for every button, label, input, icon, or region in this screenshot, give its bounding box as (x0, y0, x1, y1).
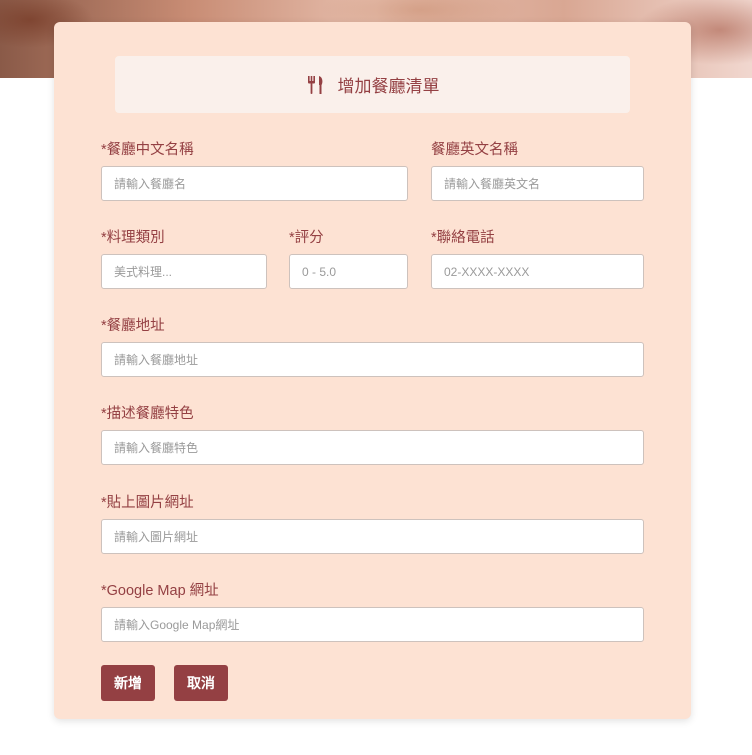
description-input[interactable] (101, 430, 644, 465)
category-input[interactable] (101, 254, 267, 289)
phone-input[interactable] (431, 254, 644, 289)
rating-label: *評分 (289, 230, 324, 246)
utensils-icon (306, 75, 326, 95)
address-label: *餐廳地址 (101, 318, 165, 334)
restaurant-name-en-input[interactable] (431, 166, 644, 201)
submit-button[interactable]: 新增 (101, 665, 155, 701)
map-url-input[interactable] (101, 607, 644, 642)
restaurant-name-zh-input[interactable] (101, 166, 408, 201)
map-url-label: *Google Map 網址 (101, 583, 219, 599)
address-input[interactable] (101, 342, 644, 377)
image-url-input[interactable] (101, 519, 644, 554)
restaurant-name-zh-label: *餐廳中文名稱 (101, 142, 194, 158)
restaurant-name-en-label: 餐廳英文名稱 (431, 142, 518, 158)
form-title: 增加餐廳清單 (337, 77, 440, 97)
cancel-button[interactable]: 取消 (174, 665, 228, 701)
form-header: 增加餐廳清單 (115, 56, 630, 113)
rating-input[interactable] (289, 254, 408, 289)
category-label: *料理類別 (101, 230, 165, 246)
phone-label: *聯絡電話 (431, 230, 495, 246)
image-url-label: *貼上圖片網址 (101, 495, 194, 511)
description-label: *描述餐廳特色 (101, 406, 194, 422)
restaurant-form-card: 增加餐廳清單 *餐廳中文名稱 餐廳英文名稱 *料理類別 *評分 *聯絡電話 *餐… (54, 22, 691, 719)
